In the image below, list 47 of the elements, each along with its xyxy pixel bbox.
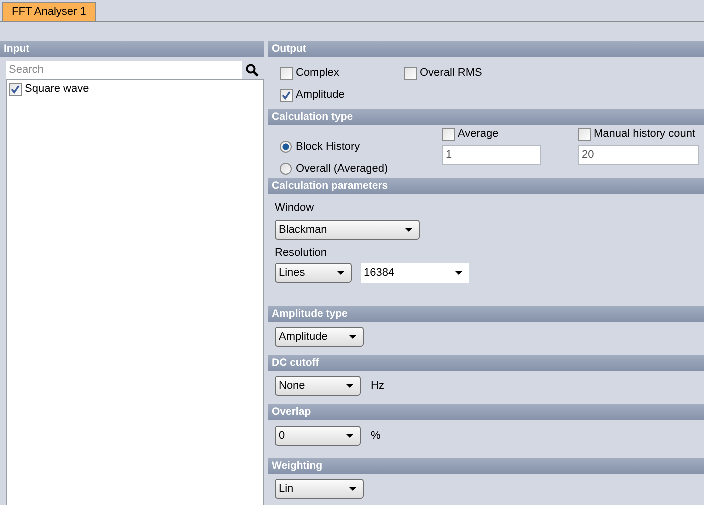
number-field[interactable]: 1 (442, 145, 541, 165)
list-item-label[interactable]: Square wave (25, 83, 90, 95)
search-field[interactable]: Search (6, 61, 242, 79)
checkbox-label[interactable]: Complex (296, 67, 340, 79)
section-header: Calculation type (268, 109, 704, 125)
checkbox-label[interactable]: Manual history count (594, 128, 696, 140)
checkbox-label[interactable]: Average (458, 128, 499, 140)
overlap-dropdown[interactable]: 0 (275, 426, 361, 446)
field-label: Window (275, 201, 316, 215)
checkbox[interactable] (280, 66, 293, 80)
checkbox-label[interactable]: Amplitude (296, 89, 345, 101)
unit-label: Hz (371, 380, 384, 392)
number-field[interactable]: 20 (578, 145, 699, 165)
checkbox-label[interactable]: Overall RMS (420, 67, 482, 79)
amplitude-type-dropdown[interactable]: Amplitude (275, 327, 364, 347)
caret-icon (346, 384, 354, 388)
section-header: DC cutoff (268, 355, 704, 371)
resolution-dropdown[interactable]: 16384 (361, 263, 469, 283)
checkbox[interactable] (9, 82, 22, 96)
section-header: Overlap (268, 404, 704, 420)
checkbox[interactable] (404, 66, 417, 80)
tab[interactable]: FFT Analyser 1 (2, 2, 96, 21)
radio-label[interactable]: Block History (296, 141, 360, 153)
radio-button[interactable] (280, 163, 292, 175)
unit-label: % (371, 430, 381, 442)
caret-icon (337, 271, 345, 275)
checkbox[interactable] (442, 128, 455, 140)
section-header: Output (268, 41, 704, 57)
field-label: Resolution (275, 246, 328, 260)
checkbox[interactable] (280, 88, 293, 102)
caret-icon (405, 228, 413, 232)
caret-icon (349, 487, 357, 491)
section-header: Amplitude type (268, 306, 704, 322)
radio-label[interactable]: Overall (Averaged) (296, 163, 388, 175)
search-icon[interactable] (246, 64, 259, 76)
caret-icon (455, 271, 463, 275)
section-header: Input (0, 41, 264, 57)
dc-cutoff-dropdown[interactable]: None (275, 376, 361, 396)
window-dropdown[interactable]: Blackman (275, 220, 420, 240)
caret-icon (346, 434, 354, 438)
caret-icon (349, 335, 357, 339)
section-header: Weighting (268, 458, 704, 474)
weighting-dropdown[interactable]: Lin (275, 479, 364, 499)
radio-button[interactable] (280, 141, 292, 153)
resolution-mode-dropdown[interactable]: Lines (275, 263, 352, 283)
section-header: Calculation parameters (268, 178, 704, 194)
checkbox[interactable] (578, 128, 591, 140)
